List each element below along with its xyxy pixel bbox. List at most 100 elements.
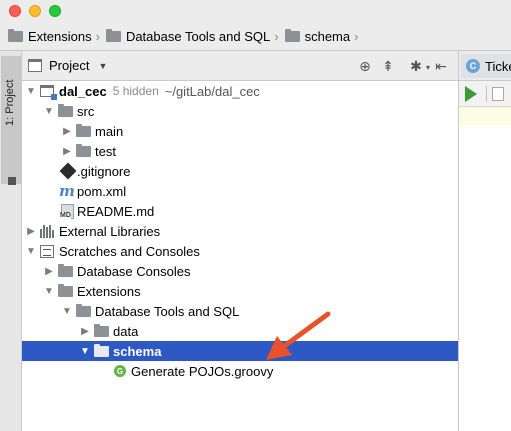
tree-label: pom.xml [77, 183, 127, 199]
folder-icon [105, 28, 121, 42]
collapse-all-icon[interactable]: ⇞ [379, 57, 397, 75]
chevron-right-icon: › [95, 28, 100, 44]
folder-icon-wrap [91, 323, 113, 337]
editor-tab[interactable]: C Ticke [461, 54, 511, 78]
folder-icon [284, 28, 300, 42]
editor-area: C Ticke [458, 51, 511, 431]
breadcrumb-label: Extensions [28, 28, 92, 44]
tree-row-external-libraries[interactable]: ▶ External Libraries [22, 221, 458, 241]
minimize-window-button[interactable] [29, 5, 41, 17]
project-view-label: Project [49, 58, 90, 73]
collapsed-arrow-icon[interactable]: ▶ [25, 226, 37, 237]
tree-label: .gitignore [77, 163, 131, 179]
tree-row-pom[interactable]: m pom.xml [22, 181, 458, 201]
expanded-arrow-icon[interactable]: ▼ [79, 346, 91, 357]
tree-label: dal_cec [59, 83, 107, 99]
tree-label: Generate POJOs.groovy [131, 363, 274, 379]
folder-icon [58, 263, 73, 277]
project-view-selector[interactable]: Project ▼ [28, 58, 107, 73]
scratch-icon [40, 244, 54, 258]
folder-icon [58, 283, 73, 297]
target-icon[interactable]: ⊕ [356, 57, 374, 75]
hide-panel-icon[interactable]: ⇤ [432, 57, 450, 75]
expanded-arrow-icon[interactable]: ▼ [25, 246, 37, 257]
breadcrumb: Extensions › Database Tools and SQL › sc… [0, 22, 511, 51]
tree-label: Database Tools and SQL [95, 303, 240, 319]
collapsed-arrow-icon[interactable]: ▶ [61, 146, 73, 157]
folder-icon [8, 28, 23, 42]
breadcrumb-database-tools[interactable]: Database Tools and SQL [105, 25, 270, 47]
git-icon-wrap [55, 162, 77, 180]
toolbar-document-icon[interactable] [492, 87, 504, 101]
tree-row-schema[interactable]: ▼ schema [22, 341, 458, 361]
expanded-arrow-icon[interactable]: ▼ [25, 86, 37, 97]
tree-row-generate-pojos[interactable]: G Generate POJOs.groovy [22, 361, 458, 381]
folder-icon [94, 343, 109, 357]
scratch-icon-wrap [37, 244, 59, 258]
markdown-icon [60, 203, 74, 219]
tree-row-dal-cec[interactable]: ▼ dal_cec 5 hidden ~/gitLab/dal_cec [22, 81, 458, 101]
tree-row-main[interactable]: ▶ main [22, 121, 458, 141]
breadcrumb-extensions[interactable]: Extensions [8, 25, 92, 47]
tree-row-scratches[interactable]: ▼ Scratches and Consoles [22, 241, 458, 261]
folder-icon-wrap [55, 103, 77, 117]
expanded-arrow-icon[interactable]: ▼ [61, 306, 73, 317]
module-icon-wrap [37, 85, 59, 100]
tree-label: README.md [77, 203, 155, 219]
class-icon: C [466, 59, 480, 73]
folder-icon [76, 303, 91, 317]
expanded-arrow-icon[interactable]: ▼ [43, 286, 55, 297]
tree-row-database-consoles[interactable]: ▶ Database Consoles [22, 261, 458, 281]
hidden-count: 5 hidden [112, 84, 159, 98]
tree-label: src [77, 103, 95, 119]
folder-icon-wrap [91, 343, 113, 357]
folder-icon-wrap [55, 263, 77, 277]
tree-row-gitignore[interactable]: .gitignore [22, 161, 458, 181]
tool-window-stripe: 1: Project [0, 51, 22, 431]
library-icon-wrap [37, 224, 59, 238]
tree-row-database-tools[interactable]: ▼ Database Tools and SQL [22, 301, 458, 321]
collapsed-arrow-icon[interactable]: ▶ [79, 326, 91, 337]
tree-label: schema [113, 343, 162, 359]
collapsed-arrow-icon[interactable]: ▶ [61, 126, 73, 137]
groovy-icon-wrap: G [109, 365, 131, 377]
breadcrumb-schema[interactable]: schema [284, 25, 351, 47]
folder-icon-wrap [73, 303, 95, 317]
expanded-arrow-icon[interactable]: ▼ [43, 106, 55, 117]
folder-icon [94, 323, 109, 337]
collapsed-arrow-icon[interactable]: ▶ [43, 266, 55, 277]
editor-tab-bar: C Ticke [459, 51, 511, 81]
tree-label: External Libraries [59, 223, 161, 239]
project-path: ~/gitLab/dal_cec [164, 83, 260, 99]
project-panel-header: Project ▼ ⊕ ⇞ ✱ ▾ ⇤ [22, 51, 458, 81]
groovy-icon: G [114, 365, 126, 377]
editor-toolbar [459, 81, 511, 107]
folder-icon-wrap [55, 283, 77, 297]
tree-row-extensions[interactable]: ▼ Extensions [22, 281, 458, 301]
folder-icon [76, 143, 91, 157]
tree-row-test[interactable]: ▶ test [22, 141, 458, 161]
tree-row-src[interactable]: ▼ src [22, 101, 458, 121]
tree-label: Extensions [77, 283, 141, 299]
project-tool-window-tab[interactable]: 1: Project [1, 56, 21, 185]
tree-label: test [95, 143, 116, 159]
tree-row-readme[interactable]: README.md [22, 201, 458, 221]
folder-icon [58, 103, 73, 117]
close-window-button[interactable] [9, 5, 21, 17]
window-title-bar [0, 0, 511, 22]
tree-row-data[interactable]: ▶ data [22, 321, 458, 341]
toolbar-divider [486, 86, 487, 102]
library-icon [40, 224, 54, 238]
folder-icon-wrap [73, 123, 95, 137]
project-panel: Project ▼ ⊕ ⇞ ✱ ▾ ⇤ ▼ dal_cec 5 hidden ~… [22, 51, 458, 431]
tree-label: Database Consoles [77, 263, 191, 279]
breadcrumb-label: schema [304, 28, 351, 44]
tree-label: Scratches and Consoles [59, 243, 200, 259]
editor-current-line[interactable] [459, 107, 511, 125]
chevron-right-icon: › [274, 28, 279, 44]
maven-icon-wrap: m [55, 182, 77, 200]
maven-icon: m [59, 182, 75, 200]
run-icon[interactable] [465, 86, 477, 102]
folder-icon-wrap [73, 143, 95, 157]
maximize-window-button[interactable] [49, 5, 61, 17]
